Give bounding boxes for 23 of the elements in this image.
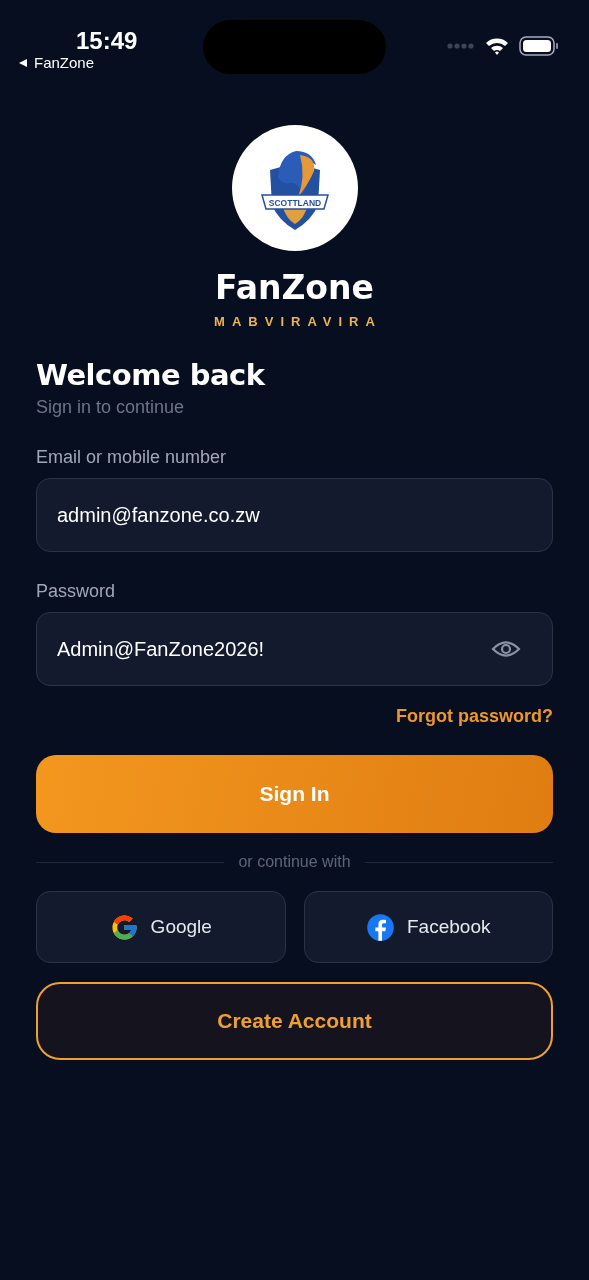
google-g-icon — [109, 912, 139, 942]
divider-text: or continue with — [238, 853, 351, 871]
forgot-password-link[interactable]: Forgot password? — [396, 706, 553, 727]
show-password-icon[interactable] — [491, 638, 521, 660]
google-sign-in-button[interactable]: Google — [36, 891, 286, 963]
facebook-f-icon — [366, 912, 395, 942]
create-account-button[interactable]: Create Account — [36, 982, 553, 1060]
club-crest-logo: SCOTTLAND — [231, 125, 358, 251]
back-to-app-link[interactable]: FanZone — [18, 54, 95, 72]
app-name: FanZone — [215, 268, 374, 308]
facebook-sign-in-button[interactable]: Facebook — [303, 891, 553, 963]
signal-icon — [447, 43, 475, 49]
field-label: Password — [36, 581, 117, 602]
battery-icon — [519, 36, 559, 56]
wifi-icon — [485, 37, 509, 55]
welcome-heading: Welcome back — [36, 357, 267, 393]
email-field[interactable]: admin@fanzone.co.zw — [36, 478, 553, 552]
subtitle: Sign in to continue — [36, 397, 186, 418]
field-label: Email or mobile number — [36, 447, 228, 468]
back-triangle-icon — [18, 58, 28, 68]
tagline: MABVIRAVIRA — [213, 314, 382, 329]
password-field[interactable]: Admin@FanZone2026! — [36, 612, 553, 686]
status-time: 15:49 — [76, 28, 138, 54]
